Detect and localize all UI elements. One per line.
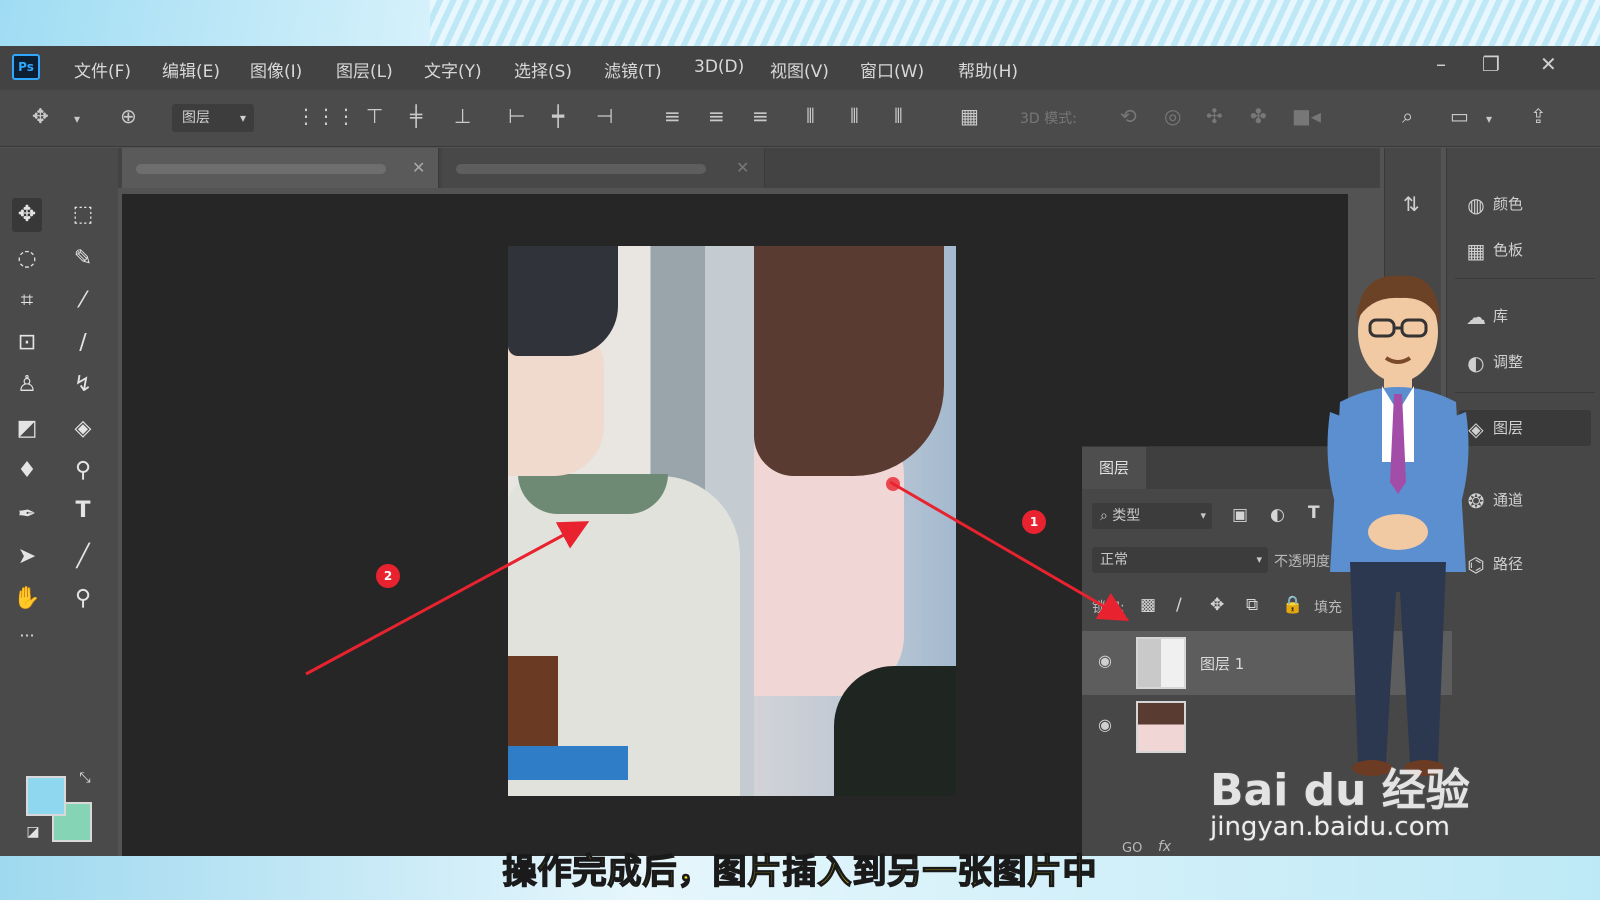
annotation-arrow-2: [305, 521, 590, 676]
watermark-url: jingyan.baidu.com: [1210, 812, 1450, 842]
annotation-badge-2: 2: [376, 564, 400, 588]
presenter-avatar: [1327, 275, 1469, 776]
photoshop-window: Ps 文件(F) 编辑(E) 图像(I) 图层(L) 文字(Y) 选择(S) 滤…: [0, 46, 1600, 888]
annotation-arrow-1: [889, 480, 1130, 622]
baidu-jingyan-watermark: Bai du 经验: [1210, 765, 1470, 816]
video-subtitle: 操作完成后，图片插入到另一张图片中: [502, 851, 1098, 893]
annotation-badge-1: 1: [1022, 510, 1046, 534]
foreground-color-swatch[interactable]: [26, 776, 66, 816]
video-frame-top-accent: [0, 0, 430, 46]
annotation-origin-dot: [886, 477, 900, 491]
